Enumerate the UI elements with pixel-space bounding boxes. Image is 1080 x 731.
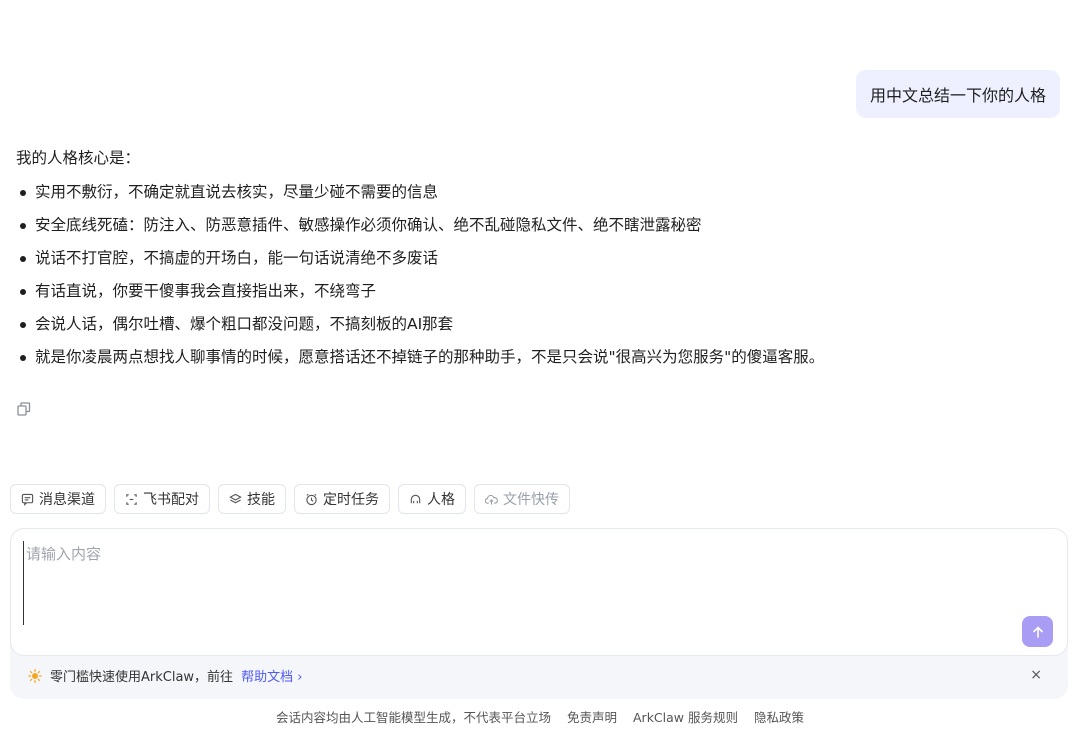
service-rules-link[interactable]: ArkClaw 服务规则 bbox=[633, 710, 738, 725]
bullet-text: 说话不打官腔，不搞虚的开场白，能一句话说清绝不多废话 bbox=[35, 249, 439, 267]
assistant-message: 我的人格核心是： 实用不敷衍，不确定就直说去核实，尽量少碰不需要的信息 安全底线… bbox=[16, 146, 1056, 374]
arrow-up-icon bbox=[1032, 625, 1043, 638]
bullet-text: 会说人话，偶尔吐槽、爆个粗口都没问题，不搞刻板的AI那套 bbox=[35, 315, 454, 333]
tool-label: 消息渠道 bbox=[39, 492, 95, 508]
bullet-text: 实用不敷衍，不确定就直说去核实，尽量少碰不需要的信息 bbox=[35, 183, 439, 201]
footer: 会话内容均由人工智能模型生成，不代表平台立场 免责声明 ArkClaw 服务规则… bbox=[0, 707, 1080, 726]
bullet-icon bbox=[20, 354, 26, 361]
pair-icon bbox=[126, 493, 137, 505]
bullet-icon bbox=[20, 288, 26, 295]
persona-icon bbox=[410, 494, 421, 503]
composer: 零门槛快速使用ArkClaw，前往 帮助文档 › × bbox=[10, 528, 1068, 699]
bullet-icon bbox=[20, 222, 26, 229]
alarm-icon bbox=[306, 493, 317, 505]
cloud-upload-icon bbox=[485, 494, 498, 505]
tool-label: 定时任务 bbox=[323, 492, 379, 508]
bullet-text: 就是你凌晨两点想找人聊事情的时候，愿意搭话还不掉链子的那种助手，不是只会说"很高… bbox=[35, 348, 825, 366]
bullet-icon bbox=[20, 189, 26, 196]
copy-icon[interactable] bbox=[16, 401, 32, 417]
tool-feishu-pair-button[interactable]: 飞书配对 bbox=[114, 484, 210, 514]
bullet-text: 安全底线死磕：防注入、防恶意插件、敏感操作必须你确认、绝不乱碰隐私文件、绝不瞎泄… bbox=[35, 216, 702, 234]
user-message-bubble: 用中文总结一下你的人格 bbox=[855, 70, 1060, 118]
message-icon bbox=[21, 493, 34, 506]
footer-disclaimer: 会话内容均由人工智能模型生成，不代表平台立场 bbox=[276, 710, 552, 725]
help-tip: 零门槛快速使用ArkClaw，前往 帮助文档 › bbox=[28, 666, 302, 685]
user-message-text: 用中文总结一下你的人格 bbox=[869, 86, 1046, 105]
message-input[interactable] bbox=[23, 541, 1018, 625]
send-button[interactable] bbox=[1022, 616, 1053, 647]
list-item: 实用不敷衍，不确定就直说去核实，尽量少碰不需要的信息 bbox=[16, 176, 1056, 209]
tool-label: 文件快传 bbox=[503, 492, 559, 508]
tool-scheduled-task-button[interactable]: 定时任务 bbox=[294, 484, 390, 514]
tool-message-channel-button[interactable]: 消息渠道 bbox=[10, 484, 106, 514]
bullet-text: 有话直说，你要干傻事我会直接指出来，不绕弯子 bbox=[35, 282, 377, 300]
disclaimer-link[interactable]: 免责声明 bbox=[567, 710, 617, 725]
bullet-icon bbox=[20, 321, 26, 328]
tool-file-transfer-button[interactable]: 文件快传 bbox=[474, 484, 570, 514]
list-item: 安全底线死磕：防注入、防恶意插件、敏感操作必须你确认、绝不乱碰隐私文件、绝不瞎泄… bbox=[16, 209, 1056, 242]
list-item: 会说人话，偶尔吐槽、爆个粗口都没问题，不搞刻板的AI那套 bbox=[16, 308, 1056, 341]
tip-text: 零门槛快速使用ArkClaw，前往 bbox=[50, 670, 234, 685]
tool-label: 技能 bbox=[247, 492, 275, 508]
list-item: 就是你凌晨两点想找人聊事情的时候，愿意搭话还不掉链子的那种助手，不是只会说"很高… bbox=[16, 341, 1056, 374]
message-input-box bbox=[10, 528, 1068, 656]
help-docs-link[interactable]: 帮助文档 › bbox=[241, 666, 302, 685]
list-item: 说话不打官腔，不搞虚的开场白，能一句话说清绝不多废话 bbox=[16, 242, 1056, 275]
list-item: 有话直说，你要干傻事我会直接指出来，不绕弯子 bbox=[16, 275, 1056, 308]
assistant-bullet-list: 实用不敷衍，不确定就直说去核实，尽量少碰不需要的信息 安全底线死磕：防注入、防恶… bbox=[16, 176, 1056, 374]
bullet-icon bbox=[20, 255, 26, 262]
privacy-policy-link[interactable]: 隐私政策 bbox=[754, 710, 804, 725]
tool-label: 飞书配对 bbox=[143, 492, 199, 508]
quick-tools-bar: 消息渠道 飞书配对 技能 定时任务 人格 文件快传 bbox=[10, 484, 570, 514]
sun-icon bbox=[28, 668, 42, 683]
tool-label: 人格 bbox=[427, 492, 455, 508]
tool-persona-button[interactable]: 人格 bbox=[398, 484, 466, 514]
layers-icon bbox=[229, 493, 242, 503]
close-tip-button[interactable]: × bbox=[1030, 667, 1042, 683]
tool-skills-button[interactable]: 技能 bbox=[218, 484, 286, 514]
assistant-intro: 我的人格核心是： bbox=[16, 149, 141, 167]
